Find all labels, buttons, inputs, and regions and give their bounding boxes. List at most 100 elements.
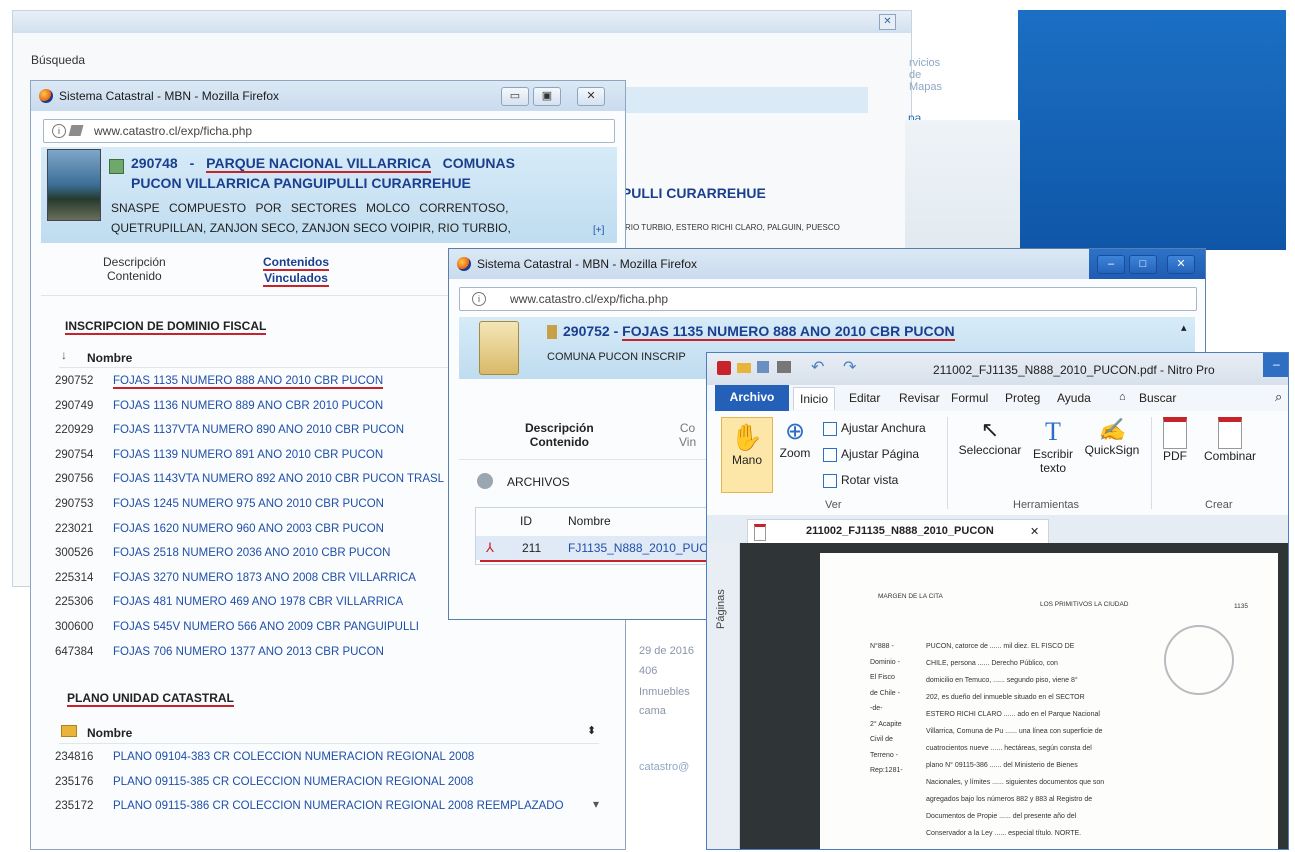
plano-row[interactable]: 235176 PLANO 09115-385 CR COLECCION NUMER… xyxy=(55,776,473,792)
nitro-titlebar[interactable]: ↶ ↷ 211002_FJ1135_N888_2010_PUCON.pdf - … xyxy=(707,353,1288,385)
tab-inicio[interactable]: Inicio xyxy=(793,387,836,410)
inscripcion-row[interactable]: 300526 FOJAS 2518 NUMERO 2036 ANO 2010 CB… xyxy=(55,547,390,563)
pdf-button[interactable]: PDF xyxy=(1157,417,1193,463)
archivos-col-id[interactable]: ID xyxy=(520,514,532,528)
inscripcion-row-link[interactable]: FOJAS 1245 NUMERO 975 ANO 2010 CBR PUCON xyxy=(113,498,384,510)
pdf-page[interactable]: MARGEN DE LA CITA LOS PRIMITIVOS LA CIUD… xyxy=(820,553,1278,849)
archivos-row[interactable]: ⅄ 211 FJ1135_N888_2010_PUC xyxy=(476,536,716,560)
tab-editar[interactable]: Editar xyxy=(849,391,880,405)
inscripcion-row-link[interactable]: FOJAS 1137VTA NUMERO 890 ANO 2010 CBR PU… xyxy=(113,424,404,436)
tracking-icon[interactable] xyxy=(68,125,84,136)
tab-2-descripcion[interactable]: Descripción Contenido xyxy=(525,421,594,449)
window-2-maximize-button[interactable]: □ xyxy=(1129,255,1157,274)
window-1-titlebar[interactable]: Sistema Catastral - MBN - Mozilla Firefo… xyxy=(31,81,625,111)
redo-icon[interactable]: ↷ xyxy=(843,357,856,377)
column-header-nombre-2[interactable]: Nombre xyxy=(87,726,132,740)
combinar-button[interactable]: Combinar xyxy=(1197,417,1263,463)
inscripcion-row[interactable]: 225314 FOJAS 3270 NUMERO 1873 ANO 2008 CB… xyxy=(55,572,416,588)
quicksign-button[interactable]: ✍ QuickSign xyxy=(1079,417,1145,457)
plano-row-link[interactable]: PLANO 09115-386 CR COLECCION NUMERACION … xyxy=(113,800,564,812)
window-2-url-text[interactable]: www.catastro.cl/exp/ficha.php xyxy=(510,292,668,306)
document-tab-close[interactable]: ✕ xyxy=(1030,525,1039,538)
archivos-col-nombre[interactable]: Nombre xyxy=(568,514,611,528)
tab-ayuda[interactable]: Ayuda xyxy=(1057,391,1091,405)
window-1-url-bar[interactable]: i www.catastro.cl/exp/ficha.php xyxy=(43,119,615,143)
plano-row-link[interactable]: PLANO 09104-383 CR COLECCION NUMERACION … xyxy=(113,751,474,763)
inscripcion-row[interactable]: 647384 FOJAS 706 NUMERO 1377 ANO 2013 CBR… xyxy=(55,646,384,662)
section-plano-unidad: PLANO UNIDAD CATASTRAL xyxy=(67,691,234,707)
sort-icon[interactable]: ↓ xyxy=(61,348,67,362)
rotar-vista-button[interactable]: Rotar vista xyxy=(823,473,898,488)
sort-arrows-icon[interactable]: ⬍ xyxy=(587,724,596,737)
tab-descripcion-contenido[interactable]: Descripción Contenido xyxy=(103,255,166,283)
plano-row[interactable]: 234816 PLANO 09104-383 CR COLECCION NUMER… xyxy=(55,751,474,767)
mano-button[interactable]: ✋ Mano xyxy=(721,417,773,493)
site-info-icon[interactable]: i xyxy=(52,124,66,138)
inscripcion-row-link[interactable]: FOJAS 706 NUMERO 1377 ANO 2013 CBR PUCON xyxy=(113,646,384,658)
seleccionar-label: Seleccionar xyxy=(958,443,1022,457)
site-info-icon-2[interactable]: i xyxy=(472,292,486,306)
window-2-url-bar[interactable]: i www.catastro.cl/exp/ficha.php xyxy=(459,287,1197,311)
window-1-maximize-button[interactable]: ▣ xyxy=(533,87,561,106)
inscripcion-row[interactable]: 290752 FOJAS 1135 NUMERO 888 ANO 2010 CBR… xyxy=(55,375,384,391)
seleccionar-button[interactable]: ↖ Seleccionar xyxy=(955,417,1025,457)
window-2-scroll-up[interactable]: ▴ xyxy=(1181,321,1187,334)
scroll-down-arrow[interactable]: ▾ xyxy=(593,797,599,811)
plano-row-link[interactable]: PLANO 09115-385 CR COLECCION NUMERACION … xyxy=(113,776,473,788)
print-icon[interactable] xyxy=(777,361,791,373)
inscripcion-row[interactable]: 290756 FOJAS 1143VTA NUMERO 892 ANO 2010 … xyxy=(55,473,444,489)
inscripcion-row[interactable]: 225306 FOJAS 481 NUMERO 469 ANO 1978 CBR … xyxy=(55,596,403,612)
background-fragment-email[interactable]: catastro@ xyxy=(639,761,689,773)
escribir-texto-button[interactable]: T Escribir texto xyxy=(1027,417,1079,475)
inscripcion-row-link[interactable]: FOJAS 1620 NUMERO 960 ANO 2003 CBR PUCON xyxy=(113,523,384,535)
zoom-button[interactable]: ⊕ Zoom xyxy=(775,417,815,460)
window-2-close-button[interactable]: ✕ xyxy=(1167,255,1195,274)
undo-icon[interactable]: ↶ xyxy=(811,357,824,377)
window-1-title: Sistema Catastral - MBN - Mozilla Firefo… xyxy=(59,89,280,103)
ajustar-anchura-button[interactable]: Ajustar Anchura xyxy=(823,421,926,436)
nitro-pro-window: ↶ ↷ 211002_FJ1135_N888_2010_PUCON.pdf - … xyxy=(706,352,1289,850)
pages-side-panel[interactable]: Páginas xyxy=(707,543,740,849)
inscripcion-row-link[interactable]: FOJAS 545V NUMERO 566 ANO 2009 CBR PANGU… xyxy=(113,621,419,633)
plano-row[interactable]: 235172 PLANO 09115-386 CR COLECCION NUMER… xyxy=(55,800,564,816)
record-thumbnail-image[interactable] xyxy=(47,149,101,221)
window-1-close-button[interactable]: ✕ xyxy=(577,87,605,106)
save-icon[interactable] xyxy=(757,361,769,373)
inscripcion-row[interactable]: 290754 FOJAS 1139 NUMERO 891 ANO 2010 CBR… xyxy=(55,449,383,465)
inscripcion-row-link[interactable]: FOJAS 3270 NUMERO 1873 ANO 2008 CBR VILL… xyxy=(113,572,416,584)
open-folder-icon[interactable] xyxy=(737,363,751,373)
inscripcion-row-link[interactable]: FOJAS 1135 NUMERO 888 ANO 2010 CBR PUCON xyxy=(113,375,384,389)
inscripcion-row[interactable]: 300600 FOJAS 545V NUMERO 566 ANO 2009 CBR… xyxy=(55,621,419,637)
tab-2-contenidos[interactable]: Co Vin xyxy=(679,421,696,449)
nitro-minimize-button[interactable]: – xyxy=(1263,353,1288,377)
inscripcion-row[interactable]: 290753 FOJAS 1245 NUMERO 975 ANO 2010 CBR… xyxy=(55,498,384,514)
buscar-label[interactable]: Buscar xyxy=(1139,391,1176,405)
tab-contenidos-vinculados[interactable]: Contenidos Vinculados xyxy=(263,255,329,287)
inscripcion-row-link[interactable]: FOJAS 1136 NUMERO 889 ANO CBR 2010 PUCON xyxy=(113,400,383,412)
window-1-minimize-button[interactable]: ▭ xyxy=(501,87,529,106)
tab-formul[interactable]: Formul xyxy=(951,391,988,405)
minus-circle-icon[interactable] xyxy=(477,473,493,489)
window-1-url-text[interactable]: www.catastro.cl/exp/ficha.php xyxy=(94,124,252,138)
document-tab[interactable]: 211002_FJ1135_N888_2010_PUCON ✕ xyxy=(747,519,1049,544)
tab-proteg[interactable]: Proteg xyxy=(1005,391,1040,405)
inscripcion-row-link[interactable]: FOJAS 1139 NUMERO 891 ANO 2010 CBR PUCON xyxy=(113,449,383,461)
inscripcion-row-link[interactable]: FOJAS 1143VTA NUMERO 892 ANO 2010 CBR PU… xyxy=(113,473,444,485)
window-2-titlebar[interactable]: Sistema Catastral - MBN - Mozilla Firefo… xyxy=(449,249,1205,279)
inscripcion-row[interactable]: 223021 FOJAS 1620 NUMERO 960 ANO 2003 CBR… xyxy=(55,523,384,539)
inscripcion-row[interactable]: 290749 FOJAS 1136 NUMERO 889 ANO CBR 2010… xyxy=(55,400,383,416)
ajustar-pagina-button[interactable]: Ajustar Página xyxy=(823,447,919,462)
inscripcion-row-link[interactable]: FOJAS 2518 NUMERO 2036 ANO 2010 CBR PUCO… xyxy=(113,547,390,559)
ribbon-divider-2 xyxy=(1151,417,1152,509)
tab-archivo[interactable]: Archivo xyxy=(715,385,789,411)
window-2-minimize-button[interactable]: – xyxy=(1097,255,1125,274)
archivos-file-name[interactable]: FJ1135_N888_2010_PUC xyxy=(568,541,708,555)
inscripcion-row-link[interactable]: FOJAS 481 NUMERO 469 ANO 1978 CBR VILLAR… xyxy=(113,596,403,608)
expand-description-button[interactable]: [+] xyxy=(593,225,604,236)
column-header-nombre[interactable]: Nombre xyxy=(87,351,132,365)
hand-icon: ✋ xyxy=(730,422,764,452)
search-icon[interactable]: ⌕ xyxy=(1275,389,1282,405)
tab-revisar[interactable]: Revisar xyxy=(899,391,940,405)
background-close-icon[interactable]: ✕ xyxy=(879,14,896,30)
inscripcion-row[interactable]: 220929 FOJAS 1137VTA NUMERO 890 ANO 2010 … xyxy=(55,424,404,440)
